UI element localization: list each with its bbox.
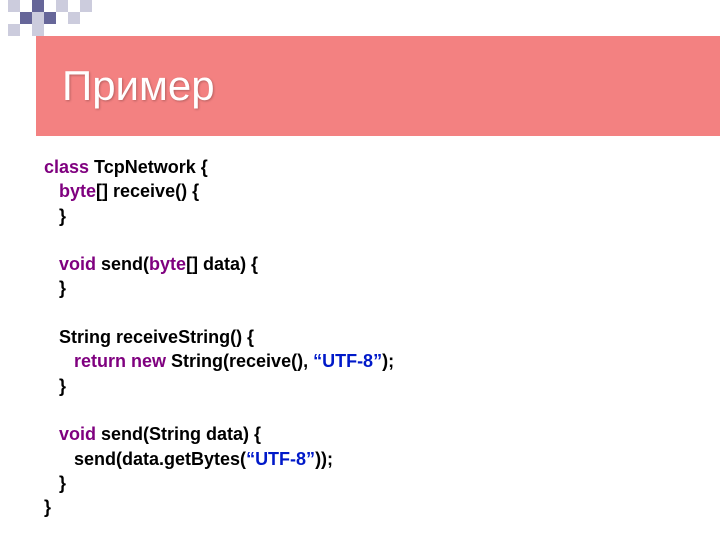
code-text: ); [382, 351, 394, 371]
code-text: } [59, 206, 66, 226]
string-literal: “UTF-8” [313, 351, 382, 371]
keyword-class: class [44, 157, 89, 177]
deco-square [32, 12, 44, 24]
deco-row [8, 12, 92, 24]
slide-title: Пример [36, 62, 215, 110]
deco-square [8, 24, 20, 36]
code-text: TcpNetwork { [89, 157, 208, 177]
deco-row [8, 0, 92, 12]
keyword-byte: byte [59, 181, 96, 201]
code-text: String(receive(), [166, 351, 313, 371]
deco-square [44, 12, 56, 24]
code-text: String receiveString() { [59, 327, 254, 347]
deco-row [8, 24, 92, 36]
code-text: } [59, 376, 66, 396]
deco-square [68, 0, 80, 12]
corner-decoration-grid [8, 0, 92, 36]
deco-square [44, 0, 56, 12]
deco-square [56, 0, 68, 12]
deco-square [20, 0, 32, 12]
keyword-return-new: return new [74, 351, 166, 371]
deco-square [20, 24, 32, 36]
deco-square [56, 12, 68, 24]
keyword-void: void [59, 424, 96, 444]
code-text: } [59, 473, 66, 493]
deco-square [80, 0, 92, 12]
code-text: } [59, 278, 66, 298]
code-text: [] data) { [186, 254, 258, 274]
slide: Пример class TcpNetwork { byte[] receive… [0, 0, 720, 540]
code-text: send(String data) { [96, 424, 261, 444]
code-text: send( [96, 254, 149, 274]
deco-square [8, 12, 20, 24]
string-literal: “UTF-8” [246, 449, 315, 469]
code-text: )); [315, 449, 333, 469]
keyword-byte: byte [149, 254, 186, 274]
code-text: send(data.getBytes( [74, 449, 246, 469]
deco-square [20, 12, 32, 24]
keyword-void: void [59, 254, 96, 274]
deco-square [32, 24, 44, 36]
code-text: [] receive() { [96, 181, 199, 201]
title-bar: Пример [36, 36, 720, 136]
deco-square [32, 0, 44, 12]
deco-square [68, 12, 80, 24]
code-block: class TcpNetwork { byte[] receive() { } … [44, 155, 680, 519]
code-text: } [44, 497, 51, 517]
deco-square [8, 0, 20, 12]
